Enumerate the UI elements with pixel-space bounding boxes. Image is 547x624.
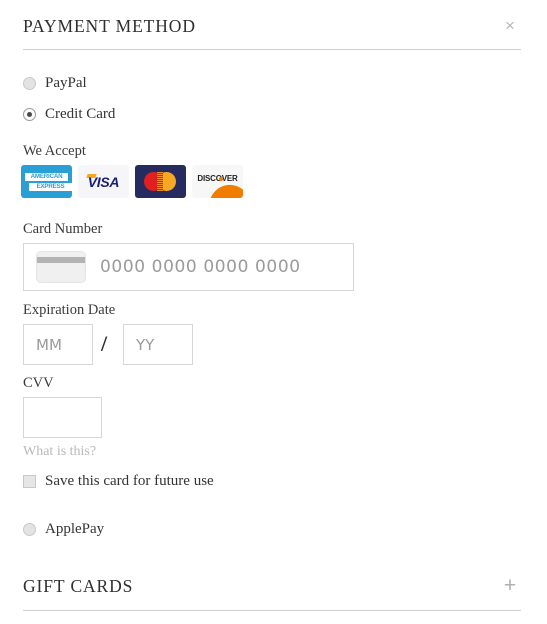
credit-card-icon-stripe xyxy=(37,257,85,263)
payment-option-credit-card[interactable]: Credit Card xyxy=(23,105,115,123)
close-icon[interactable]: × xyxy=(499,14,521,38)
radio-credit-card[interactable] xyxy=(23,107,36,121)
cvv-label: CVV xyxy=(23,375,54,391)
mastercard-logo xyxy=(135,165,186,198)
payment-method-header: PAYMENT METHOD × xyxy=(23,14,521,38)
page-title: PAYMENT METHOD xyxy=(23,16,196,36)
payment-method-panel: PAYMENT METHOD × PayPal Credit Card We A… xyxy=(0,0,547,624)
credit-card-icon xyxy=(36,251,86,283)
card-number-input[interactable]: 0000 0000 0000 0000 xyxy=(23,243,354,291)
discover-swoosh xyxy=(205,181,243,198)
discover-logo-text: DISCOVER xyxy=(197,174,238,183)
expiration-month-placeholder: MM xyxy=(36,335,62,354)
gift-cards-header[interactable]: GIFT CARDS + xyxy=(23,574,521,598)
plus-icon[interactable]: + xyxy=(499,574,521,598)
card-number-label: Card Number xyxy=(23,221,103,237)
save-card-label: Save this card for future use xyxy=(45,473,214,489)
amex-line-2: EXPRESS xyxy=(29,183,72,191)
card-number-placeholder: 0000 0000 0000 0000 xyxy=(100,257,301,277)
payment-option-applepay-label: ApplePay xyxy=(45,521,105,537)
discover-orange-dot xyxy=(219,176,223,181)
discover-logo: DISCOVER xyxy=(192,165,243,198)
expiration-separator: / xyxy=(101,331,108,356)
payment-option-applepay[interactable]: ApplePay xyxy=(23,520,104,538)
expiration-month-input[interactable]: MM xyxy=(23,324,93,365)
radio-paypal[interactable] xyxy=(23,76,36,90)
expiration-year-input[interactable]: YY xyxy=(123,324,193,365)
expiration-date-label: Expiration Date xyxy=(23,302,116,318)
save-card-checkbox[interactable] xyxy=(23,474,36,488)
visa-logo-text: VISA xyxy=(87,173,120,190)
payment-option-credit-card-label: Credit Card xyxy=(45,106,116,122)
header-divider xyxy=(23,49,521,50)
visa-logo: VISA xyxy=(78,165,129,198)
gift-cards-divider xyxy=(23,610,521,611)
gift-cards-title: GIFT CARDS xyxy=(23,576,134,596)
we-accept-label: We Accept xyxy=(23,143,86,159)
cvv-help-link[interactable]: What is this? xyxy=(23,443,96,460)
expiration-year-placeholder: YY xyxy=(136,335,155,354)
amex-line-1: AMERICAN xyxy=(25,173,68,181)
american-express-logo: AMERICAN EXPRESS xyxy=(21,165,72,198)
payment-option-paypal-label: PayPal xyxy=(45,75,87,91)
payment-option-paypal[interactable]: PayPal xyxy=(23,74,87,92)
accepted-card-brands: AMERICAN EXPRESS VISA DISCOVER xyxy=(21,165,243,198)
radio-applepay[interactable] xyxy=(23,522,36,536)
cvv-input[interactable] xyxy=(23,397,102,438)
mastercard-overlap xyxy=(157,172,163,191)
save-card-row[interactable]: Save this card for future use xyxy=(23,472,214,490)
